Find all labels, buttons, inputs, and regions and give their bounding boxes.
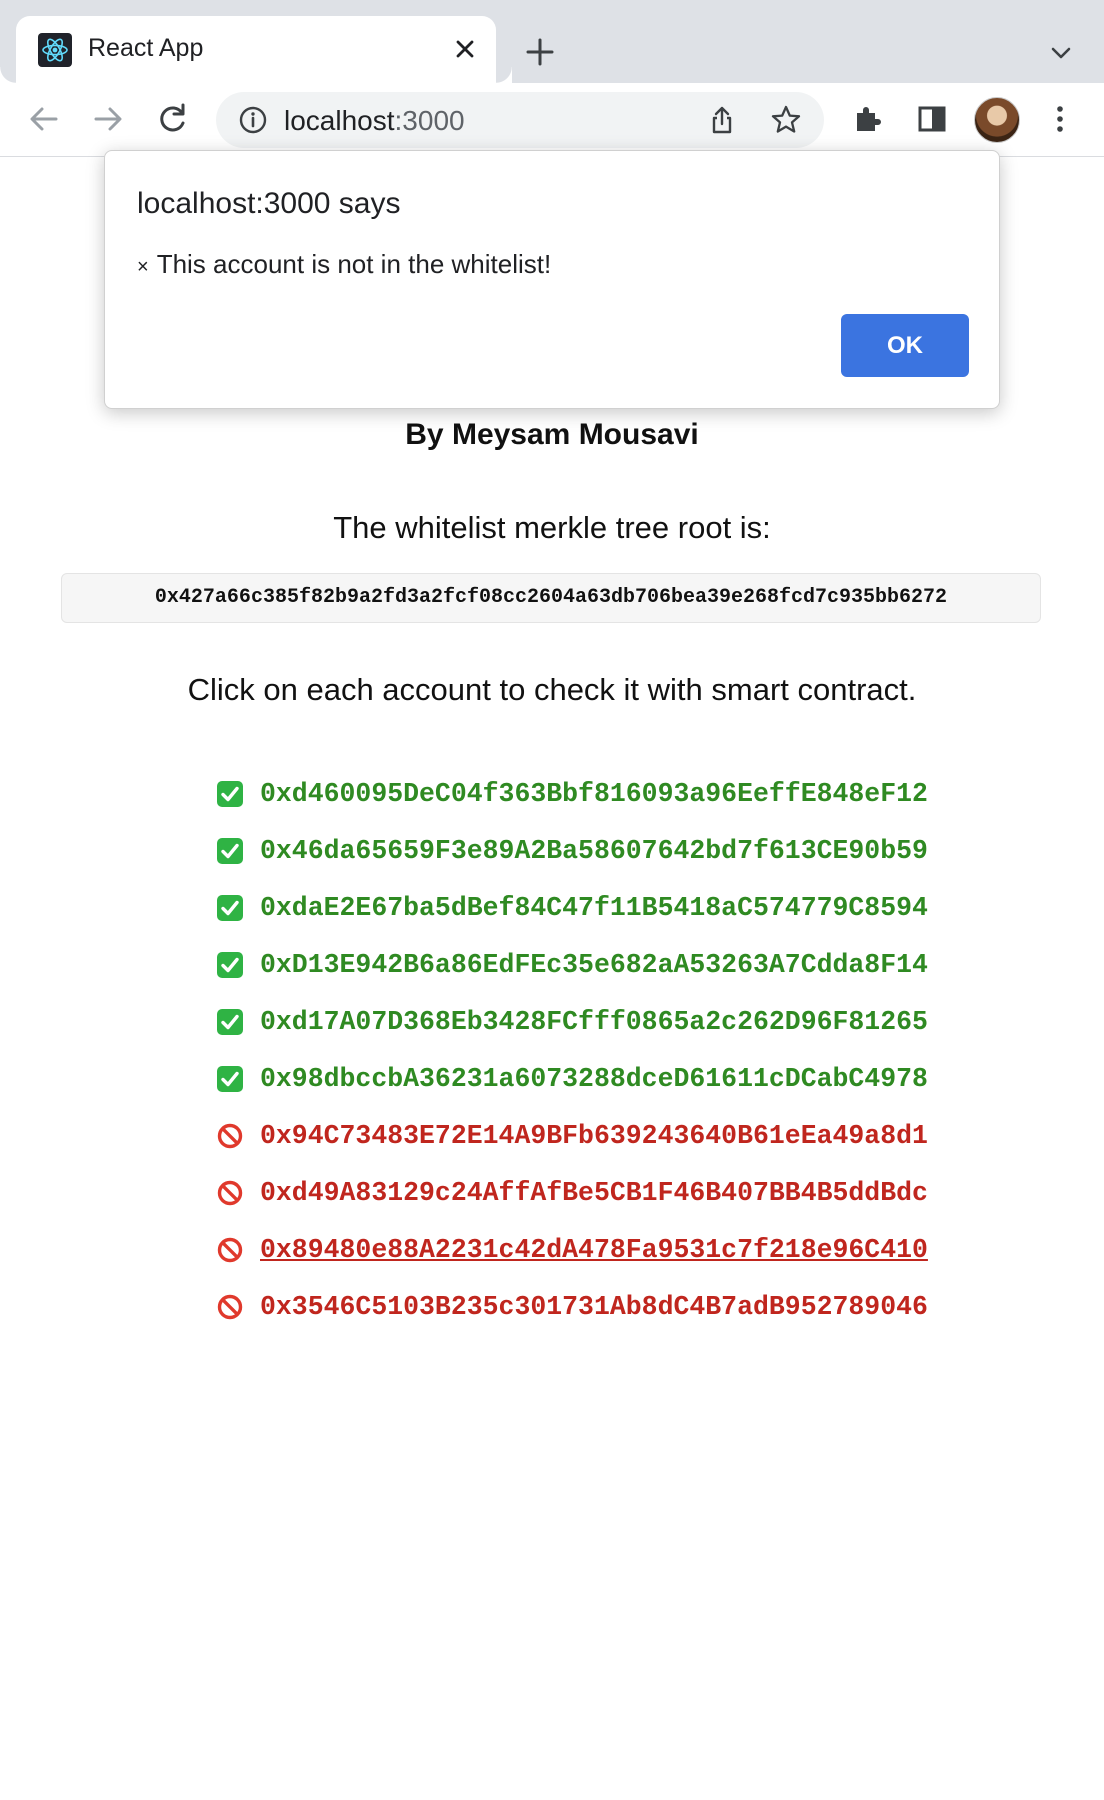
check-mark-icon [217, 1008, 243, 1035]
address-bar[interactable]: localhost:3000 [216, 92, 824, 148]
check-mark-icon [217, 1065, 243, 1092]
more-vertical-icon[interactable] [1040, 99, 1080, 139]
cross-mark-icon: × [137, 256, 149, 278]
reload-icon[interactable] [152, 99, 192, 139]
account-item[interactable]: 0xdaE2E67ba5dBef84C47f11B5418aC574779C85… [216, 879, 928, 936]
merkle-root-value: 0x427a66c385f82b9a2fd3a2fcf08cc2604a63db… [61, 573, 1041, 623]
prohibited-icon [217, 1237, 243, 1262]
bookmark-star-icon[interactable] [770, 104, 802, 136]
prohibited-icon [217, 1294, 243, 1319]
back-arrow-icon[interactable] [24, 99, 64, 139]
account-address: 0x46da65659F3e89A2Ba58607642bd7f613CE90b… [260, 835, 928, 866]
alert-dialog: localhost:3000 says × This account is not… [104, 150, 1000, 409]
check-mark-icon [217, 951, 243, 978]
browser-tab[interactable]: React App [16, 16, 512, 83]
account-address: 0x98dbccbA36231a6073288dceD61611cDCabC49… [260, 1063, 928, 1094]
close-icon[interactable] [448, 32, 482, 66]
merkle-root-heading: The whitelist merkle tree root is: [333, 510, 771, 545]
account-item[interactable]: 0x46da65659F3e89A2Ba58607642bd7f613CE90b… [216, 822, 928, 879]
chevron-down-icon[interactable] [1044, 36, 1078, 70]
ok-button[interactable]: OK [841, 314, 969, 377]
account-address: 0x89480e88A2231c42dA478Fa9531c7f218e96C4… [260, 1234, 928, 1265]
extensions-puzzle-icon[interactable] [848, 99, 888, 139]
tab-strip: React App [0, 0, 1104, 83]
prohibited-icon [217, 1180, 243, 1205]
account-address: 0x94C73483E72E14A9BFb639243640B61eEa49a8… [260, 1120, 928, 1151]
author-heading: By Meysam Mousavi [405, 418, 699, 451]
share-icon[interactable] [706, 104, 738, 136]
account-address: 0xdaE2E67ba5dBef84C47f11B5418aC574779C85… [260, 892, 928, 923]
instructions-text: Click on each account to check it with s… [187, 672, 917, 707]
prohibited-icon [217, 1123, 243, 1148]
react-logo-icon [38, 33, 72, 67]
check-mark-icon [217, 780, 243, 807]
info-icon[interactable] [238, 105, 268, 135]
browser-toolbar: localhost:3000 [0, 83, 1104, 157]
dialog-title: localhost:3000 says [137, 187, 401, 220]
account-item[interactable]: 0x98dbccbA36231a6073288dceD61611cDCabC49… [216, 1050, 928, 1107]
account-address: 0x3546C5103B235c301731Ab8dC4B7adB9527890… [260, 1291, 928, 1322]
account-item[interactable]: 0xd49A83129c24AffAfBe5CB1F46B407BB4B5ddB… [216, 1164, 928, 1221]
dialog-message: × This account is not in the whitelist! [137, 249, 552, 279]
tab-title: React App [88, 34, 204, 62]
url-text: localhost:3000 [284, 105, 465, 136]
account-address: 0xd49A83129c24AffAfBe5CB1F46B407BB4B5ddB… [260, 1177, 928, 1208]
account-address: 0xd17A07D368Eb3428FCfff0865a2c262D96F812… [260, 1006, 928, 1037]
check-mark-icon [217, 894, 243, 921]
account-list: 0xd460095DeC04f363Bbf816093a96EeffE848eF… [216, 765, 928, 1335]
account-item[interactable]: 0x3546C5103B235c301731Ab8dC4B7adB9527890… [216, 1278, 928, 1335]
side-panel-icon[interactable] [912, 99, 952, 139]
account-item[interactable]: 0xd460095DeC04f363Bbf816093a96EeffE848eF… [216, 765, 928, 822]
account-item[interactable]: 0xD13E942B6a86EdFEc35e682aA53263A7Cdda8F… [216, 936, 928, 993]
profile-avatar[interactable] [974, 97, 1020, 143]
account-address: 0xD13E942B6a86EdFEc35e682aA53263A7Cdda8F… [260, 949, 928, 980]
plus-icon[interactable] [520, 32, 560, 72]
account-item[interactable]: 0x94C73483E72E14A9BFb639243640B61eEa49a8… [216, 1107, 928, 1164]
account-address: 0xd460095DeC04f363Bbf816093a96EeffE848eF… [260, 778, 928, 809]
forward-arrow-icon[interactable] [88, 99, 128, 139]
account-item[interactable]: 0x89480e88A2231c42dA478Fa9531c7f218e96C4… [216, 1221, 928, 1278]
check-mark-icon [217, 837, 243, 864]
account-item[interactable]: 0xd17A07D368Eb3428FCfff0865a2c262D96F812… [216, 993, 928, 1050]
